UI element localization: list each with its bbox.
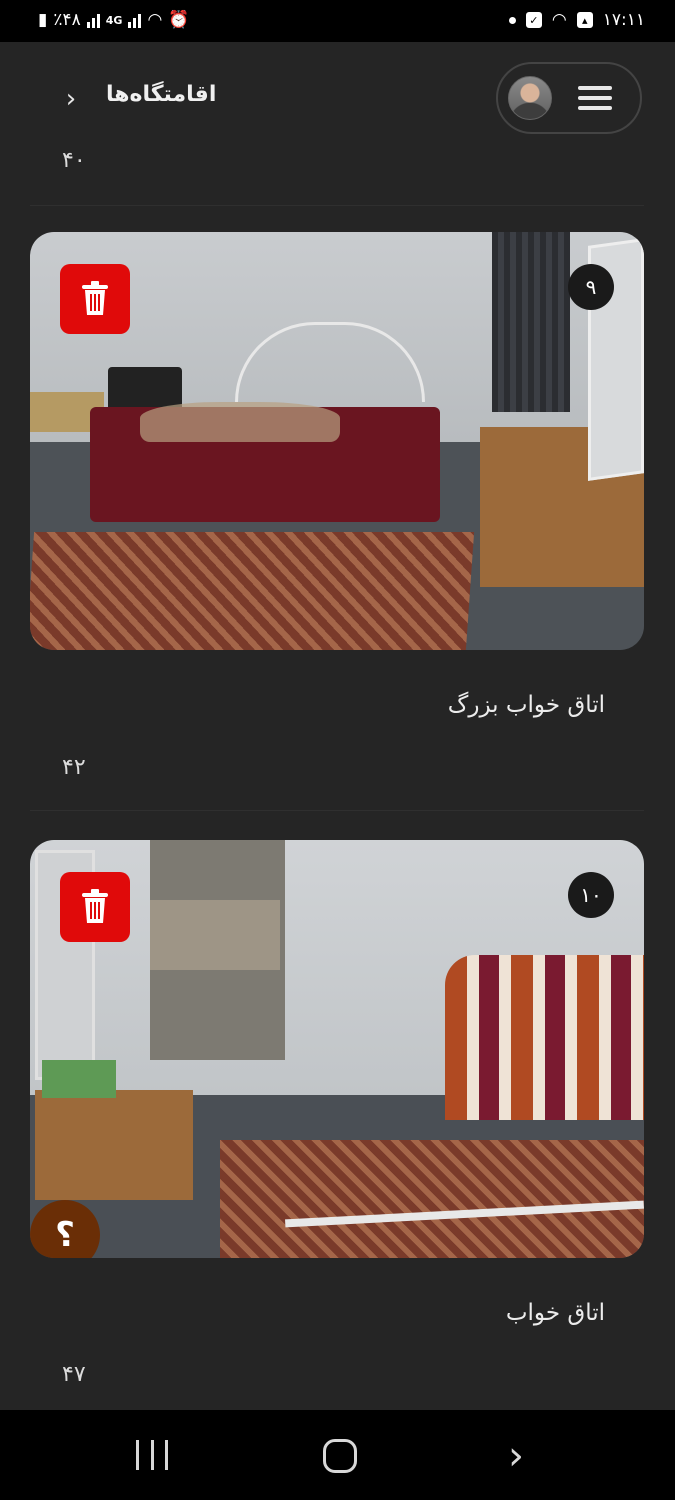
room-photo-1[interactable]: ۹ bbox=[30, 232, 644, 650]
signal-icon bbox=[86, 12, 100, 28]
recent-apps-icon[interactable] bbox=[136, 1440, 168, 1470]
delete-button[interactable] bbox=[60, 872, 130, 942]
battery-level: ٪۴۸ bbox=[53, 10, 81, 30]
home-icon[interactable] bbox=[323, 1439, 357, 1473]
signal-icon-2 bbox=[128, 12, 142, 28]
alarm-icon: ⏰ bbox=[168, 10, 190, 30]
app-header: › اقامتگاه‌ها bbox=[0, 42, 675, 152]
status-left: ▮ ٪۴۸ 4G ◠ ⏰ bbox=[38, 10, 189, 30]
back-icon[interactable]: › bbox=[508, 1436, 548, 1476]
room-number: ۴۷ bbox=[62, 1362, 86, 1387]
profile-menu-pill[interactable] bbox=[496, 62, 642, 134]
divider bbox=[30, 810, 644, 811]
status-right: ✓ ◠ ▴ ۱۷:۱۱ bbox=[508, 10, 645, 30]
image-index-badge: ۱۰ bbox=[568, 872, 614, 918]
chevron-right-icon[interactable]: › bbox=[56, 86, 86, 116]
clock: ۱۷:۱۱ bbox=[602, 10, 645, 30]
room-photo-2[interactable]: ۱۰ ؟ bbox=[30, 840, 644, 1258]
trash-icon bbox=[82, 889, 108, 923]
trash-icon bbox=[82, 281, 108, 315]
page-title: اقامتگاه‌ها bbox=[106, 82, 217, 107]
battery-icon: ▮ bbox=[38, 10, 48, 30]
system-nav-bar: › bbox=[0, 1410, 675, 1500]
status-bar: ▮ ٪۴۸ 4G ◠ ⏰ ✓ ◠ ▴ ۱۷:۱۱ bbox=[0, 0, 675, 42]
delete-button[interactable] bbox=[60, 264, 130, 334]
check-notification-icon: ✓ bbox=[525, 12, 542, 28]
previous-item-number: ۴۰ bbox=[62, 148, 86, 173]
room-title: اتاق خواب بزرگ bbox=[447, 692, 605, 718]
room-number: ۴۲ bbox=[62, 755, 86, 780]
notification-dot-icon bbox=[508, 16, 516, 24]
wifi-status-icon: ◠ bbox=[551, 10, 567, 30]
network-type: 4G bbox=[105, 13, 123, 27]
wifi-icon: ◠ bbox=[147, 10, 163, 30]
image-index-badge: ۹ bbox=[568, 264, 614, 310]
image-notification-icon: ▴ bbox=[576, 12, 593, 28]
divider bbox=[30, 205, 644, 206]
hamburger-menu-icon[interactable] bbox=[578, 86, 612, 112]
room-title: اتاق خواب bbox=[505, 1300, 605, 1326]
avatar[interactable] bbox=[508, 76, 552, 120]
